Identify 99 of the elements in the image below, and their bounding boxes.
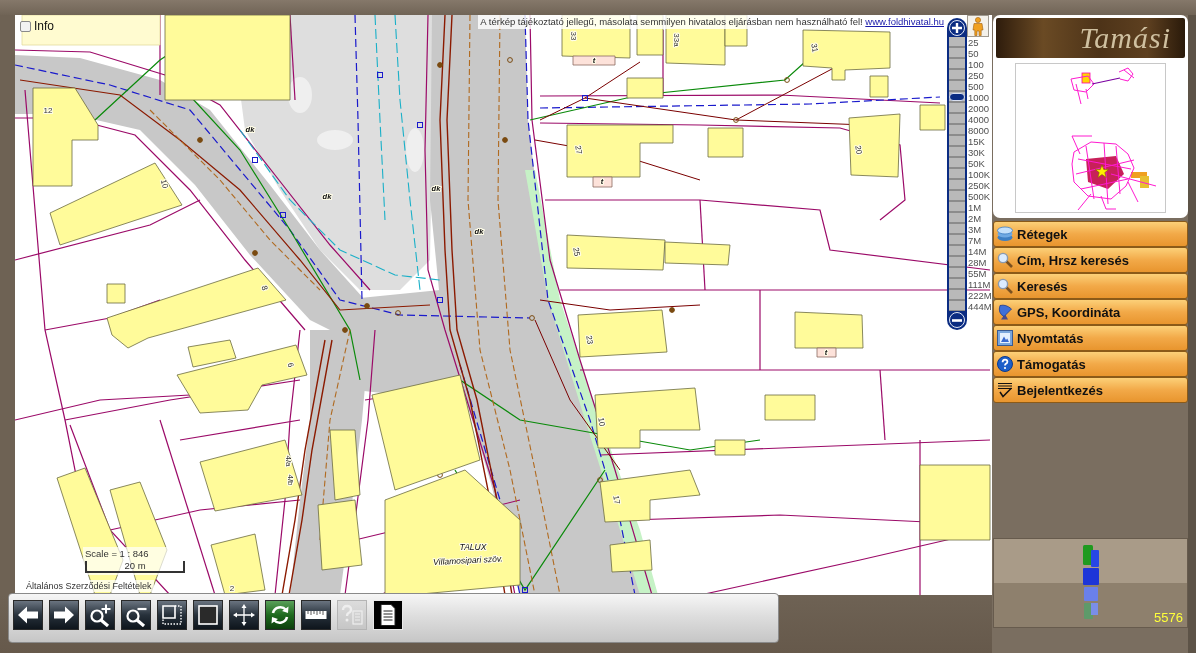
zoom-scale-label[interactable]: 111M (968, 279, 992, 290)
zoom-scale-label[interactable]: 1000 (968, 92, 992, 103)
zoom-scale-label[interactable]: 444M (968, 301, 992, 312)
plus-icon (952, 23, 962, 33)
zoom-scale-label[interactable]: 100K (968, 169, 992, 180)
selection-frame-icon (160, 603, 184, 627)
zoom-scale-label[interactable]: 250 (968, 70, 992, 81)
info-checkbox[interactable] (20, 20, 31, 32)
menu-button[interactable]: GPS, Koordináta (993, 299, 1188, 325)
house-number: 23 (584, 334, 595, 346)
menu-button[interactable]: Keresés (993, 273, 1188, 299)
zoom-scale-label[interactable]: 3M (968, 224, 992, 235)
zoom-scale-label[interactable]: 500K (968, 191, 992, 202)
layers-icon (997, 226, 1013, 242)
house-number: 25 (571, 246, 582, 258)
zoom-box-button[interactable] (157, 600, 187, 630)
satellite-dish-icon (997, 304, 1013, 320)
star-icon (1095, 164, 1109, 178)
zoom-out-button[interactable] (121, 600, 151, 630)
zoom-scale-label[interactable]: 55M (968, 268, 992, 279)
village-outline-drawing (1070, 67, 1135, 105)
building (609, 539, 653, 573)
zoom-scale-label[interactable]: 7M (968, 235, 992, 246)
menu-button[interactable]: Támogatás (993, 351, 1188, 377)
zoom-scale-label[interactable]: 2M (968, 213, 992, 224)
building (707, 127, 744, 158)
menu-button[interactable]: Nyomtatás (993, 325, 1188, 351)
zoom-scale-label[interactable]: 50 (968, 48, 992, 59)
house-number: 2 (229, 584, 235, 594)
menu-button[interactable]: Bejelentkezés (993, 377, 1188, 403)
picture-frame-icon (997, 330, 1013, 346)
document-button[interactable] (373, 600, 403, 630)
info-label[interactable]: Info (34, 19, 54, 33)
zoom-scale-label[interactable]: 25 (968, 37, 992, 48)
overview-map[interactable] (1015, 63, 1166, 213)
zoom-scale-label[interactable]: 50K (968, 158, 992, 169)
refresh-button[interactable] (265, 600, 295, 630)
checklist-icon (997, 382, 1013, 398)
zoom-scale-label[interactable]: 2000 (968, 103, 992, 114)
house-number: 10 (596, 416, 607, 428)
building (626, 77, 664, 99)
disclaimer-text: A térkép tájékoztató jellegű, másolata semmilyen hivatalos eljárásban nem használható fel! www.foldhivatal.hu (478, 15, 946, 29)
house-number: 12 (43, 106, 53, 116)
zoom-scale-label[interactable]: 15K (968, 136, 992, 147)
menu-button[interactable]: Cím, Hrsz keresés (993, 247, 1188, 273)
house-number: 4/b (285, 474, 295, 486)
logo-text: Tamási (1079, 21, 1171, 55)
house-number: 20 (853, 144, 864, 156)
house-number: 10 (158, 178, 170, 190)
house-number: 31 (809, 42, 820, 54)
move-icon (232, 603, 256, 627)
menu-button[interactable]: Rétegek (993, 221, 1188, 247)
search-icon (997, 278, 1013, 294)
zoom-scale-label[interactable]: 1M (968, 202, 992, 213)
zoom-scale-label[interactable]: 250K (968, 180, 992, 191)
help-document-icon (340, 603, 364, 627)
scale-text: Scale = 1 : 846 (85, 548, 150, 560)
house-number: 27 (573, 144, 584, 156)
help-icon (997, 356, 1013, 372)
zoom-scale-label[interactable]: 222M (968, 290, 992, 301)
scale-bar: 20 m (85, 561, 185, 573)
website-link[interactable]: www.foldhivatal.hu (865, 16, 944, 27)
building (714, 439, 746, 456)
building (848, 113, 901, 178)
house-number: 17 (611, 494, 622, 506)
forward-button[interactable] (49, 600, 79, 630)
zoom-scale-label[interactable]: 4000 (968, 114, 992, 125)
zoom-scale-label[interactable]: 100 (968, 59, 992, 70)
zoom-scale-label[interactable]: 30K (968, 147, 992, 158)
zoom-scale-label[interactable]: 14M (968, 246, 992, 257)
back-button[interactable] (13, 600, 43, 630)
zoom-slider[interactable] (949, 37, 965, 311)
minus-icon (952, 318, 962, 322)
full-extent-button[interactable] (193, 600, 223, 630)
building-label: Villamosipari szöv. (432, 553, 503, 568)
building (919, 104, 946, 131)
traffic-island (406, 128, 424, 172)
counter-value: 5576 (1154, 610, 1183, 625)
slider-thumb[interactable] (949, 93, 965, 102)
traffic-island (288, 77, 312, 113)
square-frame-icon (196, 603, 220, 627)
house-number: 33a (671, 33, 681, 47)
building (764, 394, 816, 421)
zoom-scale-label[interactable]: 8000 (968, 125, 992, 136)
terms-link[interactable]: Általános Szerződési Feltételek (24, 580, 154, 592)
house-number: 4/a (283, 455, 293, 467)
house-number: 8 (259, 284, 270, 292)
house-number: 6 (285, 361, 296, 369)
house-number: 33 (568, 31, 578, 41)
zoom-scale-label[interactable]: 28M (968, 257, 992, 268)
measure-button[interactable] (301, 600, 331, 630)
zoom-scale-label[interactable]: 500 (968, 81, 992, 92)
zoom-in-button[interactable] (85, 600, 115, 630)
search-icon (997, 252, 1013, 268)
pan-button[interactable] (229, 600, 259, 630)
building-label: TALUX (459, 542, 487, 553)
building (210, 533, 266, 595)
zoom-in-icon (88, 603, 112, 627)
stacked-blocks-icon (1081, 543, 1100, 621)
